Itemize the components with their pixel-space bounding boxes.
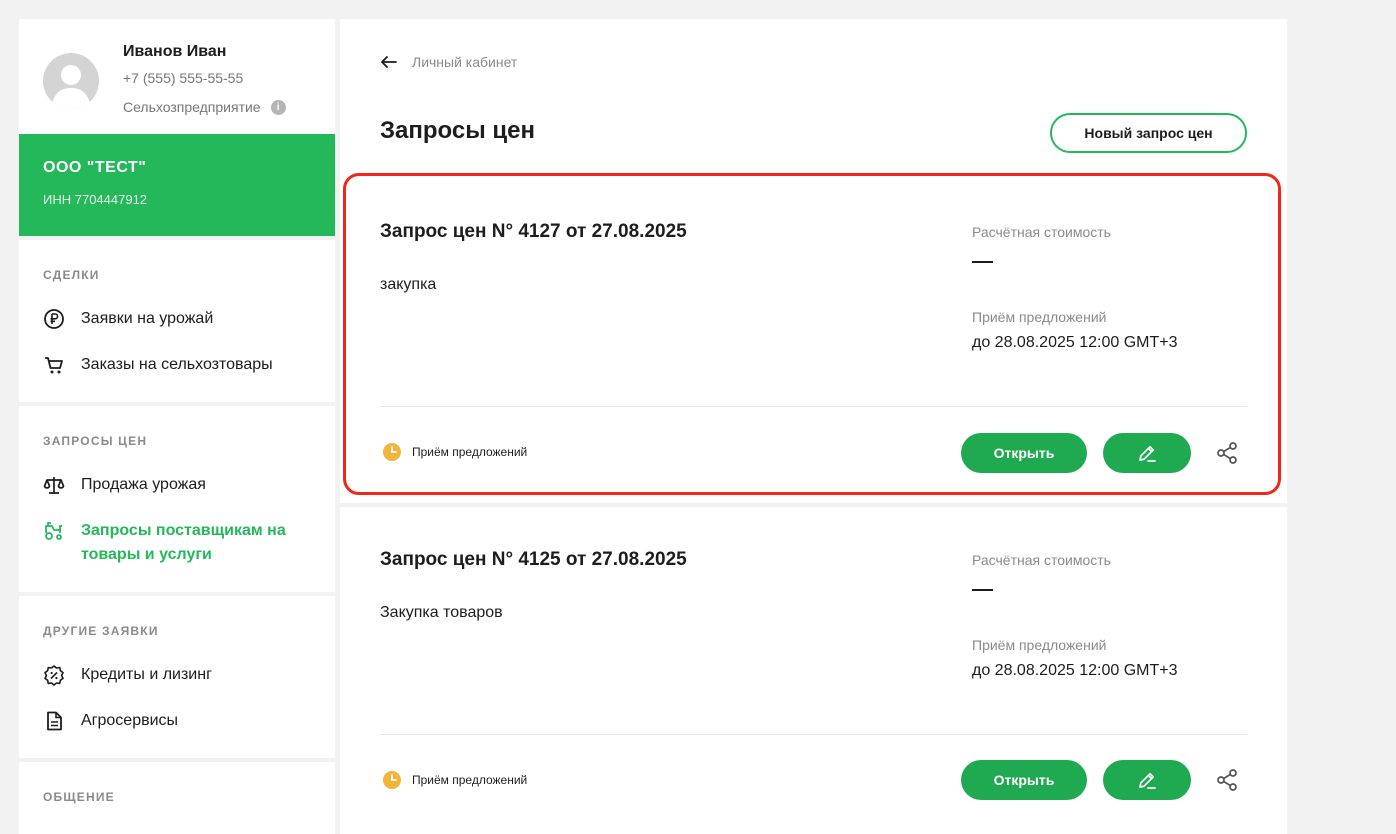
request-card: Запрос цен N° 4127 от 27.08.2025 закупка… <box>340 179 1287 503</box>
user-role: Сельхозпредприятие i <box>123 99 286 115</box>
offers-label: Приём предложений <box>972 637 1107 653</box>
offers-deadline: до 28.08.2025 12:00 GMT+3 <box>972 334 1178 351</box>
cost-label: Расчётная стоимость <box>972 552 1111 568</box>
percent-badge-icon <box>43 664 65 686</box>
divider <box>380 734 1247 735</box>
open-button[interactable]: Открыть <box>961 433 1087 473</box>
sidebar-section-communication: ОБЩЕНИЕ <box>19 762 335 834</box>
sidebar-item-label: Запросы поставщикам на товары и услуги <box>81 522 286 563</box>
sidebar: Иванов Иван +7 (555) 555-55-55 Сельхозпр… <box>19 19 335 834</box>
divider <box>380 406 1247 407</box>
open-button[interactable]: Открыть <box>961 760 1087 800</box>
request-title[interactable]: Запрос цен N° 4125 от 27.08.2025 <box>380 549 687 571</box>
status-label: Приём предложений <box>412 445 528 459</box>
pencil-icon <box>1139 772 1156 789</box>
clock-icon <box>383 771 401 789</box>
request-title[interactable]: Запрос цен N° 4127 от 27.08.2025 <box>380 221 687 243</box>
cart-icon <box>43 354 65 376</box>
user-name: Иванов Иван <box>123 43 227 60</box>
new-price-request-button[interactable]: Новый запрос цен <box>1050 113 1247 153</box>
cost-label: Расчётная стоимость <box>972 224 1111 240</box>
main-content: Личный кабинет Запросы цен Новый запрос … <box>340 19 1287 834</box>
company-inn: ИНН 7704447912 <box>43 192 148 207</box>
ruble-coin-icon <box>43 308 65 330</box>
offers-label: Приём предложений <box>972 309 1107 325</box>
breadcrumb[interactable]: Личный кабинет <box>380 53 517 71</box>
user-phone: +7 (555) 555-55-55 <box>123 70 244 86</box>
sidebar-item-label: Кредиты и лизинг <box>81 666 212 683</box>
edit-button[interactable] <box>1103 433 1191 473</box>
status-badge: Приём предложений <box>382 770 527 790</box>
section-title: ДРУГИЕ ЗАЯВКИ <box>43 624 159 638</box>
sidebar-item-label: Заявки на урожай <box>81 310 214 327</box>
company-name: ООО "ТЕСТ" <box>43 159 147 176</box>
page-title: Запросы цен <box>380 117 535 144</box>
document-icon <box>43 710 65 732</box>
status-label: Приём предложений <box>412 773 528 787</box>
sidebar-item-credits-leasing[interactable]: Кредиты и лизинг <box>43 652 311 698</box>
request-description: закупка <box>380 276 437 293</box>
status-badge: Приём предложений <box>382 442 527 462</box>
sidebar-item-harvest-sale[interactable]: Продажа урожая <box>43 462 311 508</box>
section-title: ОБЩЕНИЕ <box>43 790 115 804</box>
user-silhouette-icon <box>51 65 91 109</box>
company-card[interactable]: ООО "ТЕСТ" ИНН 7704447912 <box>19 134 335 236</box>
request-description: Закупка товаров <box>380 604 503 621</box>
sidebar-item-supplier-requests[interactable]: Запросы поставщикам на товары и услуги <box>43 508 311 578</box>
user-role-label: Сельхозпредприятие <box>123 99 261 115</box>
section-title: ЗАПРОСЫ ЦЕН <box>43 434 148 448</box>
request-card: Запрос цен N° 4125 от 27.08.2025 Закупка… <box>340 507 1287 834</box>
profile-card: Иванов Иван +7 (555) 555-55-55 Сельхозпр… <box>19 19 335 134</box>
sidebar-section-price-requests: ЗАПРОСЫ ЦЕН Продажа урожая Запросы поста… <box>19 406 335 592</box>
arrow-left-icon[interactable] <box>380 53 398 71</box>
edit-button[interactable] <box>1103 760 1191 800</box>
sidebar-item-agro-orders[interactable]: Заказы на сельхозтовары <box>43 342 311 388</box>
tractor-icon <box>43 520 65 542</box>
pencil-icon <box>1139 445 1156 462</box>
sidebar-item-harvest-requests[interactable]: Заявки на урожай <box>43 296 311 342</box>
sidebar-section-deals: СДЕЛКИ Заявки на урожай Заказы на сельхо… <box>19 240 335 402</box>
sidebar-item-label: Продажа урожая <box>81 476 206 493</box>
sidebar-item-label: Заказы на сельхозтовары <box>81 356 273 373</box>
share-icon[interactable] <box>1214 440 1240 466</box>
clock-icon <box>383 443 401 461</box>
breadcrumb-label[interactable]: Личный кабинет <box>412 54 517 70</box>
avatar[interactable] <box>43 53 99 109</box>
cost-value-dash <box>972 261 993 263</box>
share-icon[interactable] <box>1214 767 1240 793</box>
cost-value-dash <box>972 589 993 591</box>
sidebar-item-label: Агросервисы <box>81 712 179 729</box>
sidebar-section-other: ДРУГИЕ ЗАЯВКИ Кредиты и лизинг Агросерви… <box>19 596 335 758</box>
info-icon[interactable]: i <box>270 99 286 115</box>
scales-icon <box>43 474 65 496</box>
section-title: СДЕЛКИ <box>43 268 100 282</box>
sidebar-item-agroservices[interactable]: Агросервисы <box>43 698 311 744</box>
offers-deadline: до 28.08.2025 12:00 GMT+3 <box>972 662 1178 679</box>
